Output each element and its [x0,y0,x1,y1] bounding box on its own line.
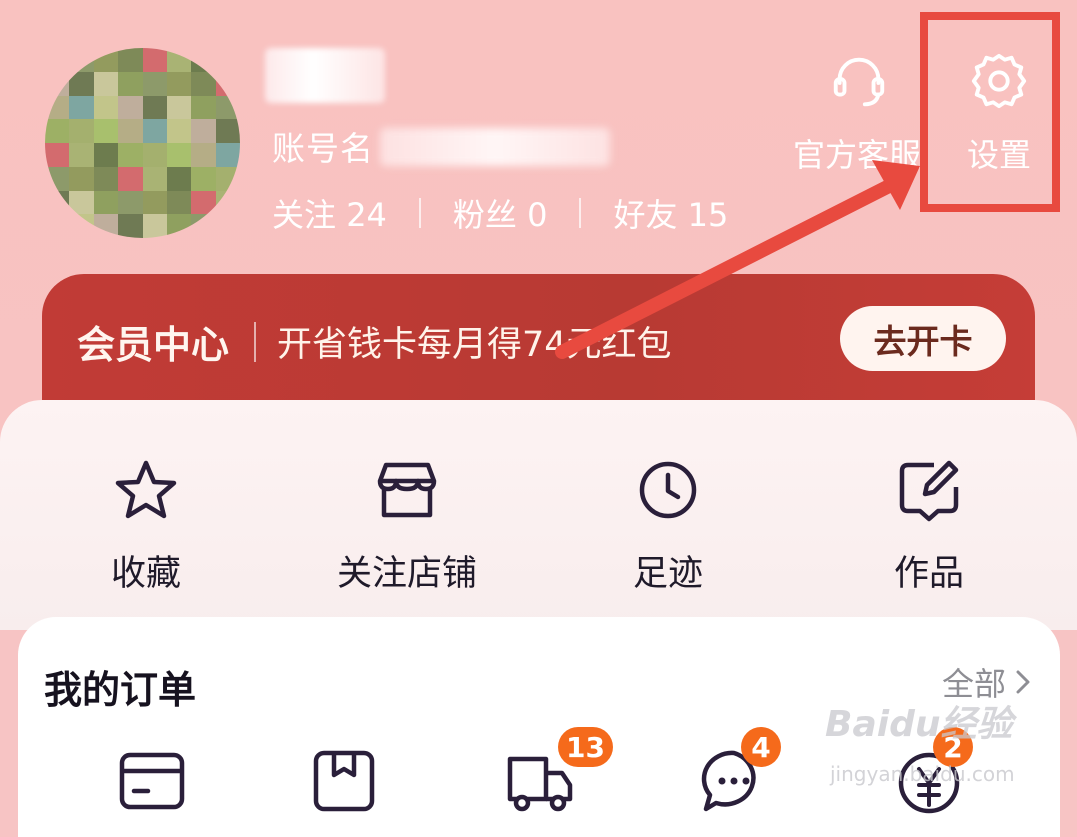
chevron-right-icon [1016,670,1030,694]
pending-shipment-icon[interactable] [308,745,380,817]
member-promo-text: 开省钱卡每月得74元红包 [277,325,672,365]
pending-payment-icon[interactable] [116,745,188,817]
quick-link-label: 作品 [893,554,964,594]
member-center-title: 会员中心 [77,323,230,367]
stat-value: 24 [346,196,387,234]
open-card-button[interactable]: 去开卡 [840,306,1006,371]
orders-title: 我的订单 [44,668,197,712]
review-count-badge: 4 [741,727,781,767]
stat-label: 粉丝 [452,196,517,234]
highlight-annotation [920,12,1060,212]
quick-link-followed-stores[interactable]: 关注店铺 [307,455,507,596]
stat-followers[interactable]: 粉丝 0 [453,190,548,236]
headset-icon [833,57,885,107]
edit-note-icon [899,460,959,522]
divider [254,322,256,362]
stat-following[interactable]: 关注 24 [272,190,387,236]
quick-link-label: 关注店铺 [336,554,477,594]
quick-links-panel: 收藏 关注店铺 足迹 作品 [0,400,1077,630]
username-blurred [265,48,385,103]
stat-value: 15 [687,196,729,234]
clock-icon [639,461,697,519]
divider [579,198,582,228]
star-icon [115,460,177,519]
avatar[interactable] [45,48,240,238]
customer-service-label: 官方客服 [793,136,922,174]
account-name-label: 账号名 [272,129,374,168]
divider [418,198,421,228]
customer-service-button[interactable]: 官方客服 [793,50,925,176]
account-name-blurred [380,128,610,166]
profile-stats: 关注 24 粉丝 0 好友 15 [272,190,728,236]
quick-link-favorites[interactable]: 收藏 [46,455,246,596]
quick-link-label: 足迹 [632,554,703,594]
stat-friends[interactable]: 好友 15 [613,190,728,236]
quick-link-history[interactable]: 足迹 [568,455,768,596]
watermark-brand: Baidu经验 [825,704,1013,745]
stat-label: 好友 [613,196,678,234]
store-icon [377,462,437,518]
watermark-url: jingyan.baidu.com [830,762,1015,786]
stat-label: 关注 [272,196,337,234]
in-transit-count-badge: 13 [558,727,613,767]
stat-value: 0 [527,196,548,234]
quick-link-works[interactable]: 作品 [829,455,1029,596]
quick-link-label: 收藏 [110,554,181,594]
